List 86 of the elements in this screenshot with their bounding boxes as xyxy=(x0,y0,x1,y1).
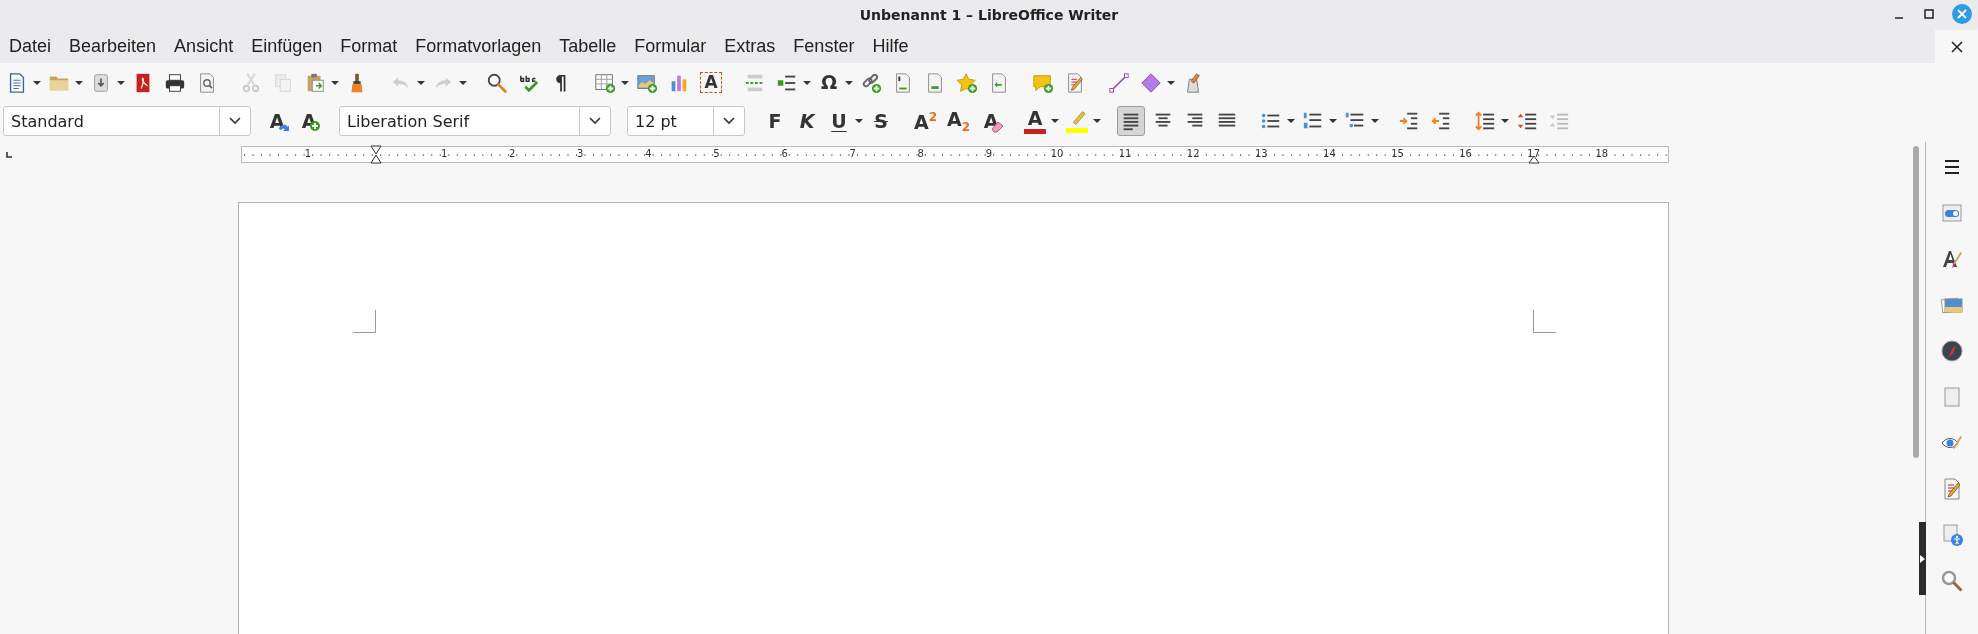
close-icon[interactable] xyxy=(1950,40,1963,53)
ruler-number: 13 xyxy=(1254,148,1268,159)
ruler-number: 3 xyxy=(577,148,584,159)
indent-marker-icon[interactable] xyxy=(370,145,382,164)
italic-button[interactable]: K xyxy=(793,106,821,136)
ruler-number: 16 xyxy=(1459,148,1472,159)
ruler-number: 4 xyxy=(645,148,652,159)
ruler-number: 5 xyxy=(713,148,720,159)
scrollbar-thumb[interactable] xyxy=(1913,146,1919,458)
menu-item[interactable]: Bearbeiten xyxy=(60,32,166,61)
caret-icon[interactable] xyxy=(1371,118,1380,124)
menu-item[interactable]: Tabelle xyxy=(550,32,626,61)
caret-icon[interactable] xyxy=(117,79,125,86)
bold-button[interactable]: F xyxy=(761,106,789,136)
menu-item[interactable]: Format xyxy=(331,32,407,61)
window-title: Unbenannt 1 – LibreOffice Writer xyxy=(859,7,1119,23)
ruler-number: 11 xyxy=(1118,148,1132,159)
font-name-field[interactable]: Liberation Serif xyxy=(339,106,611,136)
paragraph-style-field[interactable]: Standard xyxy=(3,106,251,136)
caret-icon[interactable] xyxy=(845,79,853,86)
menu-item[interactable]: Formatvorlagen xyxy=(406,32,551,61)
ruler-number: 14 xyxy=(1323,148,1336,159)
sidebar-handle[interactable] xyxy=(1919,522,1926,595)
ruler-number: 12 xyxy=(1186,148,1200,159)
find-replace-icon xyxy=(486,71,508,94)
menu-item[interactable]: Datei xyxy=(0,32,61,61)
ruler-number: 7 xyxy=(849,148,856,159)
ruler-number: 1 xyxy=(304,148,312,159)
align-left-button[interactable] xyxy=(1117,106,1146,136)
ruler-number: 8 xyxy=(917,148,924,159)
line-icon xyxy=(1108,71,1130,94)
toggle-switch-icon xyxy=(1940,201,1964,225)
printer-icon xyxy=(164,71,186,94)
caret-icon[interactable] xyxy=(1093,118,1102,124)
caret-icon[interactable] xyxy=(803,79,811,86)
menu-item[interactable]: Hilfe xyxy=(863,32,918,61)
font-size-field[interactable]: 12 pt xyxy=(627,106,745,136)
table-icon xyxy=(594,71,616,94)
caret-icon[interactable] xyxy=(1501,118,1510,124)
chevron-icon xyxy=(229,117,241,125)
star-icon xyxy=(956,71,978,94)
caret-icon[interactable] xyxy=(33,79,41,86)
chevron-icon xyxy=(723,117,735,125)
menu-item[interactable]: Formular xyxy=(625,32,716,61)
caret-icon[interactable] xyxy=(1167,79,1175,86)
diamond-icon xyxy=(1140,71,1162,94)
caret-icon[interactable] xyxy=(331,79,339,86)
ruler-number: 9 xyxy=(985,148,993,159)
scissors-icon xyxy=(240,71,262,94)
ruler-number: 18 xyxy=(1595,148,1609,159)
font-color-button[interactable]: A xyxy=(1021,106,1050,136)
pilcrow-button[interactable]: ¶ xyxy=(547,67,575,98)
strike-button[interactable]: S xyxy=(867,106,895,136)
ruler-number: 6 xyxy=(781,148,788,159)
caret-icon[interactable] xyxy=(855,118,863,124)
menu-item[interactable]: Fenster xyxy=(784,32,864,61)
indent-marker-icon[interactable] xyxy=(1527,155,1540,164)
link-icon xyxy=(860,71,882,94)
ruler-number: 1 xyxy=(440,148,448,159)
menu-item[interactable]: Einfügen xyxy=(242,32,332,61)
search-icon xyxy=(1940,569,1964,593)
accessibility-icon xyxy=(1940,523,1964,547)
subscript-button[interactable]: A$_{2}$ xyxy=(944,106,974,136)
ruler-number: 17 xyxy=(1527,148,1541,159)
omega-button[interactable]: Ω xyxy=(815,67,843,98)
caret-icon[interactable] xyxy=(621,79,629,86)
copy-icon xyxy=(272,71,294,94)
chevron-icon xyxy=(589,117,601,125)
text-boundary-mark xyxy=(353,310,376,333)
ruler[interactable]: 1 1 2 3 4 5 6 7 8 9 10 11 12 13 14 15 16 17 18 xyxy=(241,146,1669,163)
line-spacing-icon xyxy=(1474,110,1497,132)
caret-icon[interactable] xyxy=(75,79,83,86)
menu-item[interactable]: Ansicht xyxy=(165,32,243,61)
superscript-button[interactable]: A$^{2}$ xyxy=(911,106,941,136)
underline-button[interactable]: U xyxy=(825,106,853,136)
caret-icon[interactable] xyxy=(1329,118,1338,124)
text-boundary-mark xyxy=(1533,310,1556,333)
menu-item[interactable]: Extras xyxy=(715,32,785,61)
caret-icon[interactable] xyxy=(1287,118,1296,124)
ruler-number: 10 xyxy=(1050,148,1064,159)
tab-stop-icon[interactable] xyxy=(6,152,12,158)
compass-icon xyxy=(1940,339,1964,363)
ruler-number: 15 xyxy=(1391,148,1404,159)
maximize-icon[interactable] xyxy=(1922,7,1936,21)
ruler-number: 2 xyxy=(509,148,516,159)
caret-icon[interactable] xyxy=(1051,118,1060,124)
